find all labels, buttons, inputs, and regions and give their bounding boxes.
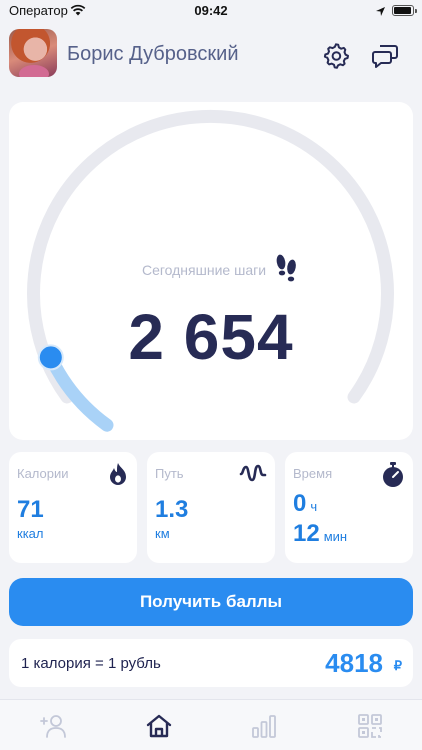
time-hours: 0ч <box>293 490 317 518</box>
distance-unit: км <box>155 526 170 541</box>
tab-bar <box>0 699 422 750</box>
calories-card: Калории 71 ккал <box>9 452 137 563</box>
time-card: Время 0ч 12 мин <box>285 452 413 563</box>
flame-icon <box>107 461 129 492</box>
gear-icon <box>323 43 349 69</box>
distance-value: 1.3 <box>155 496 189 523</box>
clock: 09:42 <box>194 3 228 18</box>
balance-value: 4818 <box>325 648 383 678</box>
tab-statistics[interactable] <box>249 712 279 740</box>
steps-count: 2 654 <box>128 301 294 373</box>
time-minutes-unit: мин <box>323 529 348 544</box>
route-icon <box>239 461 267 490</box>
rate-text: 1 калория = 1 рубль <box>21 655 161 672</box>
distance-card: Путь 1.3 км <box>147 452 275 563</box>
calories-unit: ккал <box>17 526 44 541</box>
add-friend-icon <box>40 715 66 738</box>
messages-button[interactable] <box>370 42 400 70</box>
battery-icon <box>392 5 417 16</box>
avatar[interactable] <box>9 29 57 77</box>
stats-icon <box>252 715 276 738</box>
stopwatch-icon <box>381 461 405 494</box>
currency-sign: ₽ <box>393 658 402 673</box>
time-hours-unit: ч <box>310 499 318 514</box>
calories-title: Калории <box>17 466 69 481</box>
time-minutes: 12 мин <box>293 520 347 548</box>
time-title: Время <box>293 466 333 481</box>
location-arrow-icon <box>375 4 386 22</box>
tab-qr[interactable] <box>355 712 385 740</box>
settings-button[interactable] <box>322 42 350 70</box>
time-minutes-value: 12 <box>293 520 320 547</box>
tab-home[interactable] <box>144 712 174 740</box>
steps-label: Сегодняшние шаги <box>141 262 267 278</box>
calories-value: 71 <box>17 496 44 523</box>
chat-icon <box>372 45 398 68</box>
get-points-button[interactable]: Получить баллы <box>9 578 413 626</box>
user-name: Борис Дубровский <box>67 43 239 65</box>
footprints-icon <box>273 252 299 289</box>
qr-code-icon <box>358 714 382 738</box>
rate-card: 1 калория = 1 рубль 4818 ₽ <box>9 639 413 687</box>
steps-card: Сегодняшние шаги 2 654 <box>9 102 413 440</box>
distance-title: Путь <box>155 466 184 481</box>
home-icon <box>146 714 172 738</box>
status-bar: Оператор 09:42 <box>0 0 422 22</box>
time-hours-value: 0 <box>293 490 307 517</box>
tab-invite-friend[interactable] <box>39 712 69 740</box>
header: Борис Дубровский <box>0 26 422 82</box>
